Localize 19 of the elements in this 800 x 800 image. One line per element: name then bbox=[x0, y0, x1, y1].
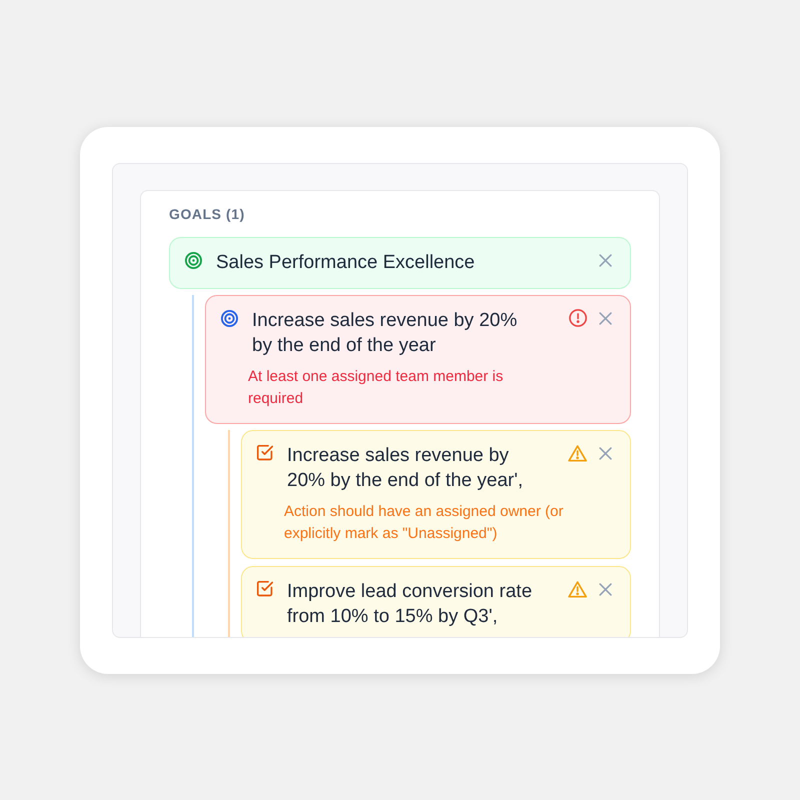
close-icon bbox=[599, 312, 612, 324]
objective-title: Increase sales revenue by 20% by the end of the year bbox=[252, 308, 518, 358]
section-title: GOALS (1) bbox=[169, 204, 246, 224]
action-title: Improve lead conversion rate from 10% to 15% by Q3', bbox=[287, 580, 533, 628]
checked-box-icon bbox=[257, 581, 273, 597]
error-message: At least one assigned team member is required bbox=[248, 366, 504, 408]
close-icon bbox=[599, 582, 612, 596]
close-icon bbox=[599, 446, 612, 460]
close-icon bbox=[599, 254, 612, 266]
remove-button[interactable] bbox=[599, 312, 612, 324]
remove-button[interactable] bbox=[599, 254, 612, 266]
remove-button[interactable] bbox=[599, 446, 612, 460]
goal-title: Sales Performance Excellence bbox=[216, 250, 476, 274]
warning-message: Action should have an assigned owner (or explicitly mark as "Unassigned") bbox=[284, 502, 564, 544]
checked-box-icon bbox=[257, 445, 273, 461]
remove-button[interactable] bbox=[599, 582, 612, 596]
action-title: Increase sales revenue by 20% by the end of the year', bbox=[287, 444, 524, 492]
target-icon bbox=[221, 310, 238, 326]
target-icon bbox=[185, 252, 202, 268]
